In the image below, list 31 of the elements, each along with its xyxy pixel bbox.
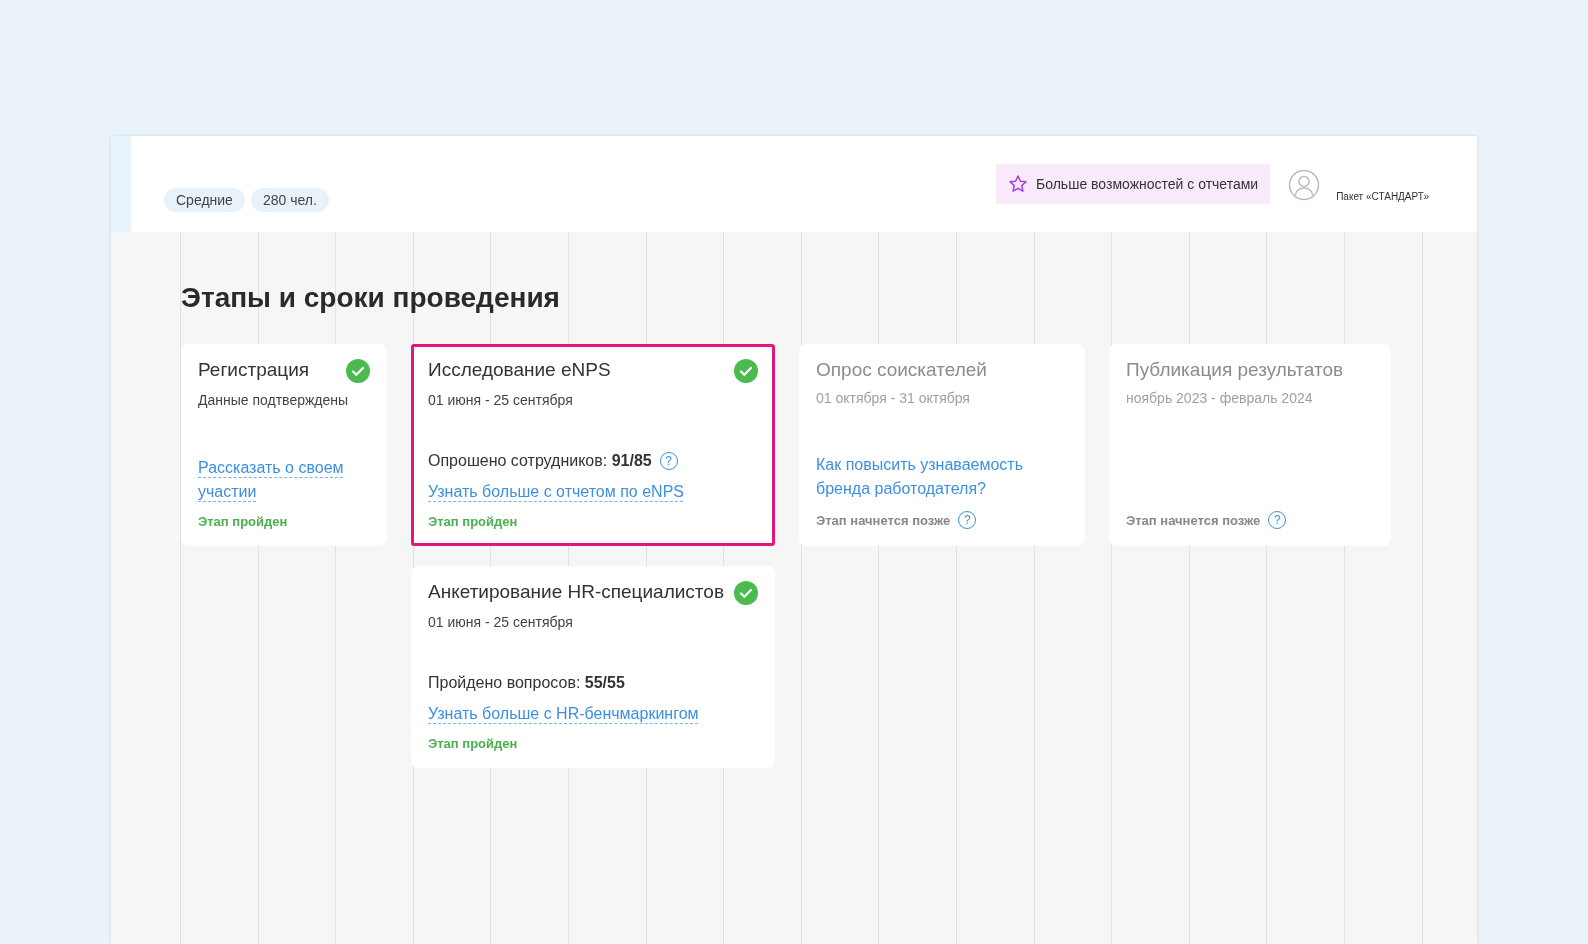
- tag-chip: 280 чел.: [250, 188, 329, 212]
- card-subtitle: ноябрь 2023 - февраль 2024: [1126, 390, 1314, 406]
- card-title: Исследование eNPS: [428, 359, 611, 381]
- card-title: Регистрация: [198, 359, 310, 381]
- check-icon: [734, 359, 758, 383]
- stage-status: Этап пройден: [428, 514, 518, 529]
- avatar-icon[interactable]: [1288, 169, 1321, 201]
- page-heading: Этапы и сроки проведения: [181, 282, 561, 314]
- card-title: Публикация результатов: [1126, 359, 1344, 381]
- plan-label: Пакет «СТАНДАРТ»: [1336, 191, 1429, 202]
- metric-text: Пройдено вопросов: 55/55: [428, 674, 625, 692]
- card-link[interactable]: Узнать больше с HR-бенчмаркингом: [428, 702, 699, 726]
- card-link[interactable]: Узнать больше с отчетом по eNPS: [428, 480, 684, 504]
- metric-text: Опрошено сотрудников: 91/85: [428, 452, 652, 470]
- stage-status: Этап пройден: [428, 736, 518, 751]
- stage-status: Этап начнется позже: [816, 512, 951, 528]
- star-icon: [1008, 174, 1028, 194]
- check-icon: [734, 581, 758, 605]
- card-link[interactable]: Как повысить узнаваемость бренда работодателя?: [816, 453, 1068, 501]
- stage-status: Этап начнется позже: [1126, 512, 1261, 528]
- tag-chip: Средние: [164, 188, 245, 212]
- promo-button[interactable]: Больше возможностей с отчетами: [996, 164, 1271, 204]
- card-subtitle: 01 июня - 25 сентября: [428, 392, 574, 408]
- stage-status: Этап пройден: [198, 514, 288, 529]
- card-link[interactable]: Рассказать о своем участии: [198, 456, 370, 504]
- check-icon: [346, 359, 370, 383]
- card-subtitle: 01 октября - 31 октября: [816, 390, 971, 406]
- card-title: Анкетирование HR-специалистов: [428, 581, 724, 603]
- card-subtitle: Данные подтверждены: [198, 392, 350, 408]
- card-subtitle: 01 июня - 25 сентября: [428, 614, 574, 630]
- card-title: Опрос соискателей: [816, 359, 987, 381]
